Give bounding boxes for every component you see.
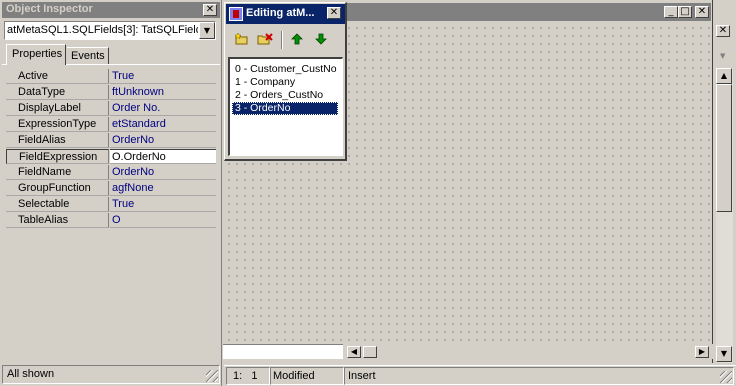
property-value[interactable]: Order No. bbox=[110, 101, 216, 116]
field-list[interactable]: 0 - Customer_CustNo 1 - Company 2 - Orde… bbox=[228, 57, 343, 156]
property-value[interactable]: O bbox=[110, 213, 216, 228]
minimize-button[interactable]: _ bbox=[664, 6, 678, 18]
property-value[interactable]: etStandard bbox=[110, 117, 216, 132]
horizontal-scroll-thumb[interactable] bbox=[363, 346, 377, 358]
resize-grip-icon[interactable] bbox=[206, 370, 218, 382]
scroll-right-icon[interactable]: ▶ bbox=[695, 346, 709, 358]
property-name: TableAlias bbox=[6, 213, 109, 228]
move-down-icon[interactable] bbox=[315, 33, 327, 45]
tab-properties-label: Properties bbox=[12, 48, 63, 60]
side-chevron-icon[interactable]: ▼ bbox=[720, 52, 725, 60]
tab-properties[interactable]: Properties bbox=[6, 44, 66, 65]
app-icon bbox=[229, 7, 243, 21]
dialog-title-bar[interactable]: Editing atM... ✕ bbox=[226, 4, 345, 24]
scroll-down-icon[interactable]: ▼ bbox=[716, 346, 732, 362]
inspector-status-bar: All shown bbox=[2, 365, 220, 384]
property-row-expressiontype[interactable]: ExpressionType etStandard bbox=[6, 117, 216, 133]
editor-side-strip: ✕ ▼ ▲ ▼ bbox=[714, 18, 736, 366]
property-row-displaylabel[interactable]: DisplayLabel Order No. bbox=[6, 101, 216, 117]
property-value[interactable]: True bbox=[110, 197, 216, 212]
property-name: FieldExpression bbox=[6, 149, 109, 164]
property-name: DisplayLabel bbox=[6, 101, 109, 116]
list-item-selected[interactable]: 3 - OrderNo bbox=[232, 102, 338, 115]
object-inspector-window: Object Inspector ✕ atMetaSQL1.SQLFields[… bbox=[0, 0, 222, 386]
property-row-tablealias[interactable]: TableAlias O bbox=[6, 213, 216, 229]
property-row-fieldexpression[interactable]: FieldExpression O.OrderNo bbox=[6, 149, 216, 165]
status-modified: Modified bbox=[273, 370, 315, 382]
scroll-left-icon[interactable]: ◀ bbox=[347, 346, 361, 358]
horizontal-scrollbar[interactable]: ◀ ▶ bbox=[343, 344, 715, 359]
status-mode: Insert bbox=[348, 370, 376, 382]
maximize-button[interactable]: □ bbox=[678, 6, 692, 18]
inspector-status-text: All shown bbox=[7, 368, 55, 380]
property-value-editor[interactable]: O.OrderNo bbox=[110, 149, 216, 164]
property-grid: Active True DataType ftUnknown DisplayLabe… bbox=[2, 66, 220, 363]
inspector-close-button[interactable]: ✕ bbox=[203, 4, 217, 16]
list-item[interactable]: 1 - Company bbox=[232, 76, 338, 89]
property-value[interactable]: ftUnknown bbox=[110, 85, 216, 100]
scroll-up-icon[interactable]: ▲ bbox=[716, 68, 732, 84]
inspector-title-bar[interactable]: Object Inspector ✕ bbox=[2, 2, 220, 18]
side-close-icon[interactable]: ✕ bbox=[716, 25, 730, 37]
property-value[interactable]: OrderNo bbox=[110, 165, 216, 180]
property-value[interactable]: agfNone bbox=[110, 181, 216, 196]
form-close-button[interactable]: ✕ bbox=[695, 6, 709, 18]
property-row-active[interactable]: Active True bbox=[6, 69, 216, 85]
toolbar-separator bbox=[281, 31, 283, 49]
code-editor-pane[interactable] bbox=[223, 344, 343, 359]
add-item-icon[interactable] bbox=[234, 32, 249, 45]
property-row-groupfunction[interactable]: GroupFunction agfNone bbox=[6, 181, 216, 197]
move-up-icon[interactable] bbox=[291, 33, 303, 45]
property-name: FieldName bbox=[6, 165, 109, 180]
property-row-datatype[interactable]: DataType ftUnknown bbox=[6, 85, 216, 101]
tab-events[interactable]: Events bbox=[67, 47, 109, 64]
component-selector-value: atMetaSQL1.SQLFields[3]: TatSQLField bbox=[7, 24, 198, 36]
chevron-down-icon[interactable]: ▼ bbox=[199, 22, 215, 39]
editor-status-bar: 1: 1 Modified Insert bbox=[224, 365, 736, 386]
tab-events-label: Events bbox=[71, 50, 105, 62]
property-name: FieldAlias bbox=[6, 133, 109, 148]
dialog-toolbar bbox=[229, 29, 339, 51]
property-name: Active bbox=[6, 69, 109, 84]
property-row-fieldname[interactable]: FieldName OrderNo bbox=[6, 165, 216, 181]
dialog-close-button[interactable]: ✕ bbox=[327, 7, 341, 19]
resize-grip-icon[interactable] bbox=[720, 371, 732, 383]
property-name: GroupFunction bbox=[6, 181, 109, 196]
property-row-fieldalias[interactable]: FieldAlias OrderNo bbox=[6, 133, 216, 149]
inspector-title: Object Inspector bbox=[6, 3, 93, 15]
status-mode-panel: Insert bbox=[344, 367, 734, 385]
vertical-scroll-thumb[interactable] bbox=[716, 84, 732, 212]
property-name: Selectable bbox=[6, 197, 109, 212]
property-name: DataType bbox=[6, 85, 109, 100]
property-value[interactable]: OrderNo bbox=[110, 133, 216, 148]
status-position-panel: 1: 1 bbox=[226, 367, 270, 385]
component-selector[interactable]: atMetaSQL1.SQLFields[3]: TatSQLField ▼ bbox=[4, 21, 216, 40]
editing-dialog: Editing atM... ✕ 0 - Customer_CustNo 1 -… bbox=[224, 2, 347, 161]
status-position: 1: 1 bbox=[233, 370, 258, 382]
delete-item-icon[interactable] bbox=[257, 33, 273, 45]
status-modified-panel: Modified bbox=[270, 367, 344, 385]
dialog-title: Editing atM... bbox=[246, 7, 315, 19]
property-row-selectable[interactable]: Selectable True bbox=[6, 197, 216, 213]
list-item[interactable]: 2 - Orders_CustNo bbox=[232, 89, 338, 102]
property-value[interactable]: True bbox=[110, 69, 216, 84]
list-item[interactable]: 0 - Customer_CustNo bbox=[232, 63, 338, 76]
vertical-scrollbar[interactable]: ▲ ▼ bbox=[716, 68, 733, 363]
property-name: ExpressionType bbox=[6, 117, 109, 132]
